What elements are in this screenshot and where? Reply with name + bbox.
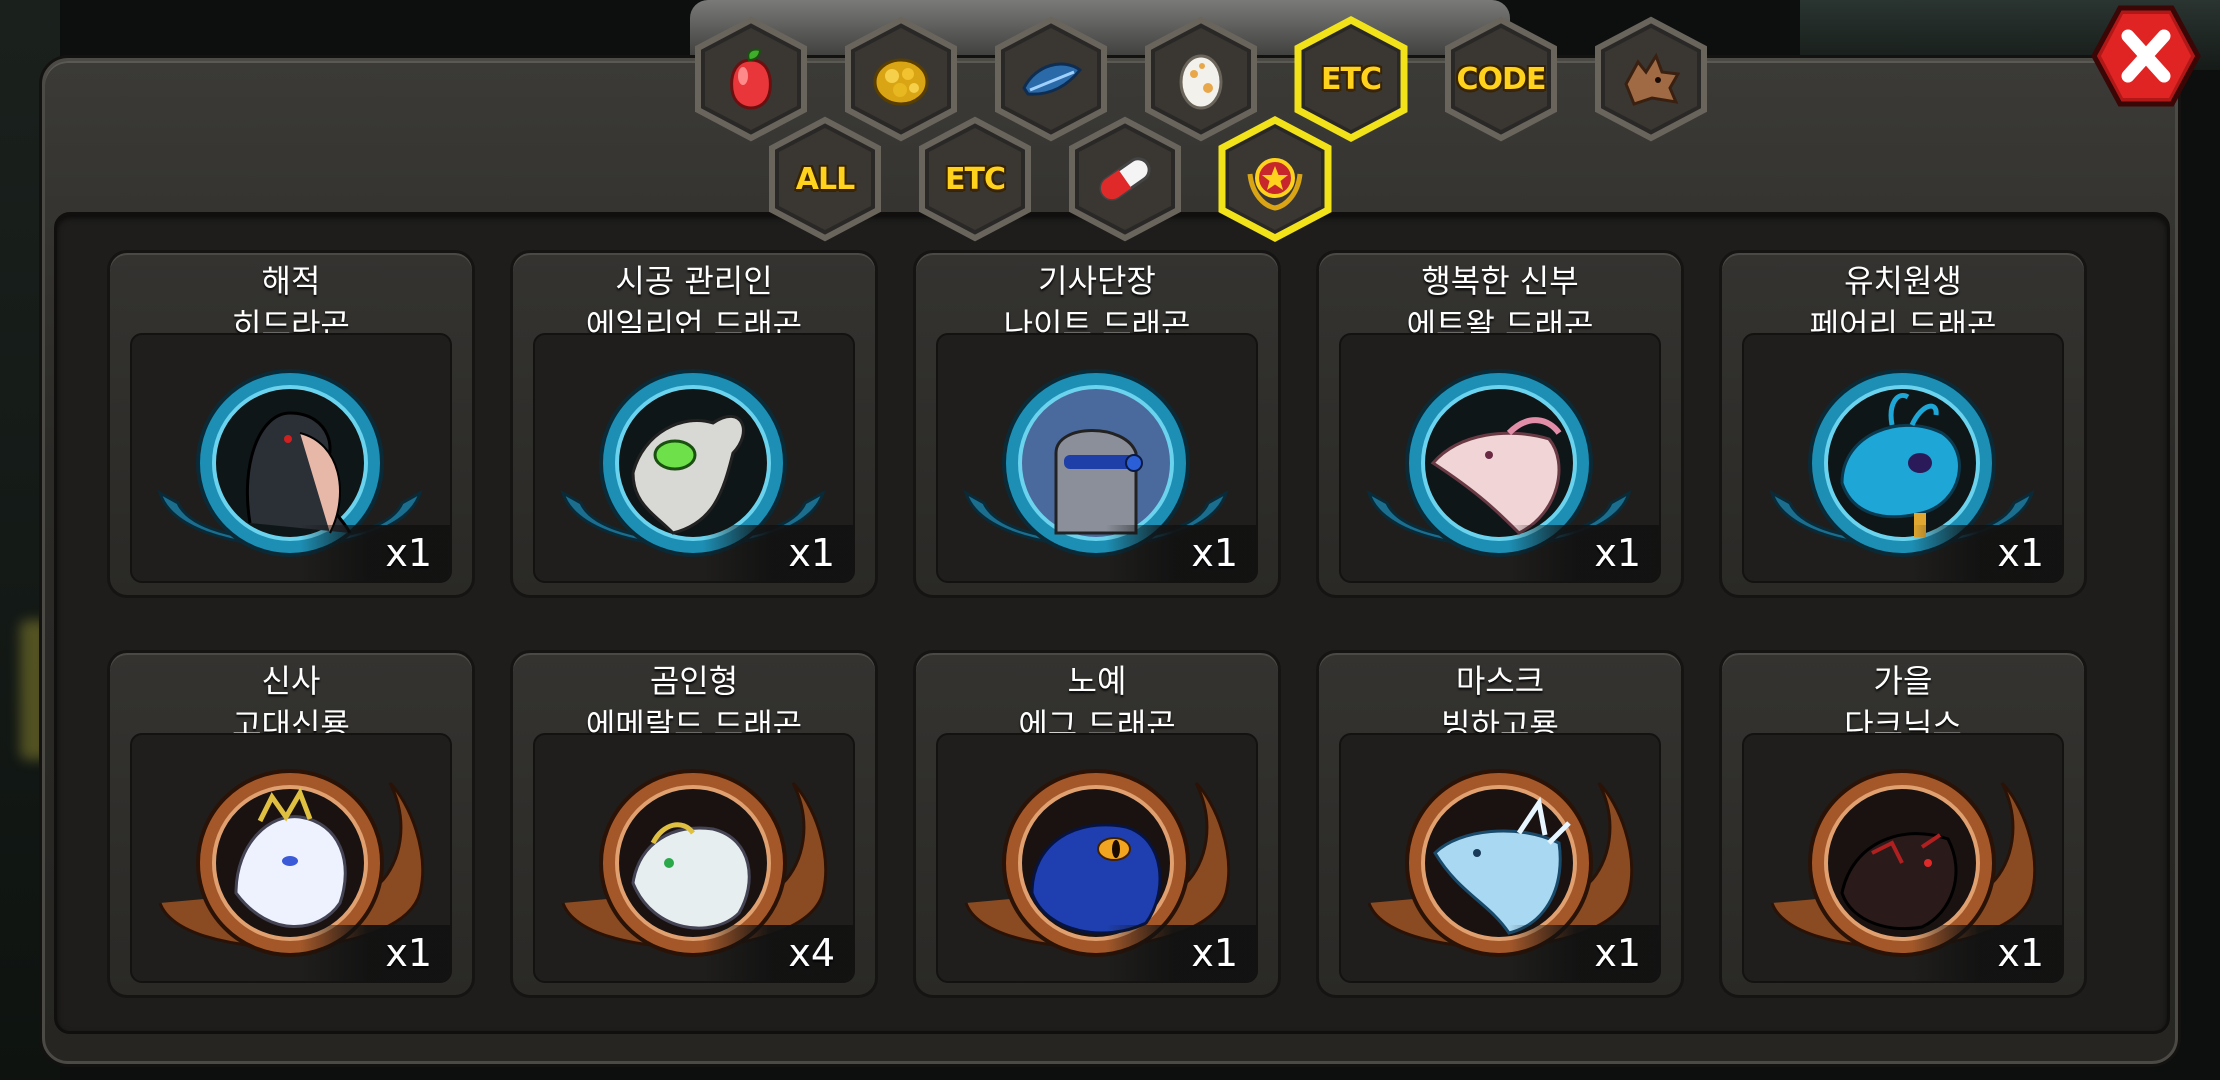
item-quantity: x1 xyxy=(300,525,450,581)
star-emblem-icon xyxy=(1247,158,1303,211)
close-icon xyxy=(2091,5,2201,107)
item-quantity: x1 xyxy=(1106,925,1256,981)
tab-code-label: CODE xyxy=(1456,61,1547,97)
tab-etc-sub-label: ETC xyxy=(945,161,1006,197)
item-quantity: x1 xyxy=(300,925,450,981)
dragon-head-icon xyxy=(1624,52,1681,106)
tab-capsule[interactable] xyxy=(1060,114,1190,244)
red-fruit-icon xyxy=(730,48,772,110)
tab-badge[interactable] xyxy=(1210,114,1340,244)
egg-icon xyxy=(1179,54,1223,110)
blue-feather-icon xyxy=(1022,62,1083,96)
item-card[interactable]: 기사단장 나이트 드래곤 x1 xyxy=(913,250,1281,598)
gold-ore-icon xyxy=(873,58,929,106)
item-quantity: x1 xyxy=(1509,925,1659,981)
item-card[interactable]: 가을 다크닉스 x1 xyxy=(1719,650,2087,998)
item-quantity: x1 xyxy=(1509,525,1659,581)
item-quantity: x1 xyxy=(703,525,853,581)
tab-all[interactable]: ALL xyxy=(760,114,890,244)
tab-etc-sub[interactable]: ETC xyxy=(910,114,1040,244)
item-quantity: x4 xyxy=(703,925,853,981)
item-card[interactable]: 해적 히드라곤 x1 xyxy=(107,250,475,598)
item-card[interactable]: 유치원생 페어리 드래곤 x1 xyxy=(1719,250,2087,598)
capsule-icon xyxy=(1099,157,1151,201)
item-card[interactable]: 신사 고대신룡 x1 xyxy=(107,650,475,998)
item-card[interactable]: 행복한 신부 에트왈 드래곤 x1 xyxy=(1316,250,1684,598)
close-button[interactable] xyxy=(2090,4,2202,108)
tab-all-label: ALL xyxy=(795,161,855,197)
tab-dragon[interactable] xyxy=(1586,14,1716,144)
item-card[interactable]: 노예 에그 드래곤 x1 xyxy=(913,650,1281,998)
item-quantity: x1 xyxy=(1912,525,2062,581)
item-quantity: x1 xyxy=(1106,525,1256,581)
tab-code[interactable]: CODE xyxy=(1436,14,1566,144)
item-card[interactable]: 마스크 빙하고룡 x1 xyxy=(1316,650,1684,998)
item-quantity: x1 xyxy=(1912,925,2062,981)
item-card[interactable]: 시공 관리인 에일리언 드래곤 x1 xyxy=(510,250,878,598)
item-card[interactable]: 곰인형 에메랄드 드래곤 x4 xyxy=(510,650,878,998)
